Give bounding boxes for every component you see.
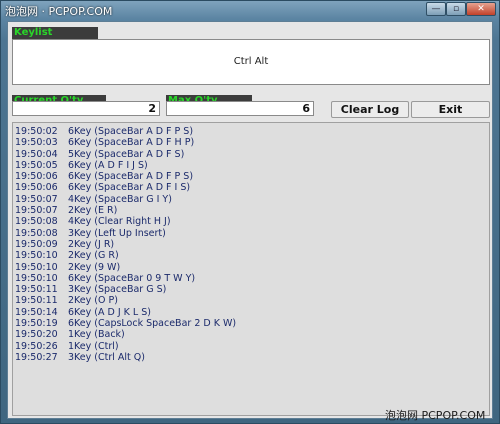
log-keys: 6Key (SpaceBar A D F P S) — [68, 126, 194, 137]
log-time: 19:50:07 — [15, 193, 58, 205]
clear-log-button[interactable]: Clear Log — [331, 101, 409, 118]
log-keys: 6Key (SpaceBar 0 9 T W Y) — [68, 272, 196, 284]
log-keys: 5Key (SpaceBar A D F S) — [68, 148, 185, 160]
log-row: 19:50:06 6Key (SpaceBar A D F I S) — [13, 182, 489, 193]
log-keys: 3Key (Left Up Insert) — [68, 227, 166, 239]
log-keys: 6Key (SpaceBar A D F P S) — [68, 171, 194, 183]
log-keys: 6Key (CapsLock SpaceBar 2 D K W) — [68, 318, 237, 330]
log-keys: 4Key (SpaceBar G I Y) — [68, 193, 172, 205]
log-time: 19:50:20 — [15, 329, 58, 341]
log-keys: 4Key (Clear Right H J) — [68, 216, 171, 228]
log-time: 19:50:09 — [15, 238, 58, 250]
log-keys: 2Key (E R) — [68, 205, 118, 217]
log-row: 19:50:27 3Key (Ctrl Alt Q) — [13, 352, 489, 363]
log-time: 19:50:10 — [15, 250, 58, 262]
log-time: 19:50:27 — [15, 351, 58, 363]
log-time: 19:50:07 — [15, 205, 58, 217]
log-row: 19:50:20 1Key (Back) — [13, 329, 489, 340]
log-time: 19:50:10 — [15, 272, 58, 284]
exit-button[interactable]: Exit — [411, 101, 490, 118]
log-time: 19:50:06 — [15, 182, 58, 194]
log-keys: 3Key (Ctrl Alt Q) — [68, 351, 145, 363]
log-time: 19:50:03 — [15, 137, 58, 149]
log-time: 19:50:19 — [15, 318, 58, 330]
log-row: 19:50:07 2Key (E R) — [13, 205, 489, 216]
max-qty-field: 6 — [166, 101, 314, 116]
log-row: 19:50:14 6Key (A D J K L S) — [13, 307, 489, 318]
log-time: 19:50:10 — [15, 261, 58, 273]
log-row: 19:50:08 3Key (Left Up Insert) — [13, 228, 489, 239]
log-row: 19:50:09 2Key (J R) — [13, 239, 489, 250]
log-time: 19:50:08 — [15, 216, 58, 228]
log-row: 19:50:11 3Key (SpaceBar G S) — [13, 284, 489, 295]
log-keys: 2Key (O P) — [68, 295, 118, 307]
log-time: 19:50:04 — [15, 148, 58, 160]
log-row: 19:50:10 6Key (SpaceBar 0 9 T W Y) — [13, 273, 489, 284]
log-time: 19:50:11 — [15, 295, 58, 307]
close-button[interactable]: ✕ — [466, 2, 496, 16]
log-row: 19:50:11 2Key (O P) — [13, 295, 489, 306]
log-keys: 6Key (SpaceBar A D F I S) — [68, 182, 191, 194]
log-keys: 2Key (G R) — [68, 250, 119, 262]
keylist-display: Ctrl Alt — [12, 39, 490, 85]
log-row: 19:50:26 1Key (Ctrl) — [13, 341, 489, 352]
log-row: 19:50:08 4Key (Clear Right H J) — [13, 216, 489, 227]
client-area: Keylist Ctrl Alt Current Q'ty 2 Max Q'ty… — [7, 21, 493, 419]
log-row: 19:50:02 6Key (SpaceBar A D F P S) — [13, 126, 489, 137]
watermark-bottom: 泡泡网 PCPOP.COM — [385, 409, 486, 422]
log-row: 19:50:10 2Key (9 W) — [13, 262, 489, 273]
log-keys: 3Key (SpaceBar G S) — [68, 284, 167, 296]
log-keys: 1Key (Back) — [68, 329, 125, 341]
log-row: 19:50:05 6Key (A D F I J S) — [13, 160, 489, 171]
log-row: 19:50:07 4Key (SpaceBar G I Y) — [13, 194, 489, 205]
key-log-list[interactable]: 19:50:02 6Key (SpaceBar A D F P S) 19:50:0… — [12, 122, 490, 416]
keylist-label: Keylist — [12, 27, 98, 39]
log-time: 19:50:11 — [15, 284, 58, 296]
log-row: 19:50:10 2Key (G R) — [13, 250, 489, 261]
log-time: 19:50:06 — [15, 171, 58, 183]
log-row: 19:50:04 5Key (SpaceBar A D F S) — [13, 149, 489, 160]
log-time: 19:50:14 — [15, 306, 58, 318]
log-keys: 2Key (9 W) — [68, 261, 121, 273]
minimize-button[interactable]: — — [426, 2, 446, 16]
log-keys: 1Key (Ctrl) — [68, 340, 119, 352]
watermark-top: 泡泡网 · PCPOP.COM — [5, 5, 113, 18]
log-keys: 6Key (A D J K L S) — [68, 306, 151, 318]
app-window: 泡泡网 · PCPOP.COM — ▫ ✕ Keylist Ctrl Alt C… — [0, 0, 500, 424]
log-time: 19:50:05 — [15, 159, 58, 171]
title-bar[interactable]: 泡泡网 · PCPOP.COM — ▫ ✕ — [1, 1, 499, 19]
log-row: 19:50:19 6Key (CapsLock SpaceBar 2 D K W) — [13, 318, 489, 329]
log-time: 19:50:02 — [15, 126, 58, 137]
log-time: 19:50:26 — [15, 340, 58, 352]
maximize-button[interactable]: ▫ — [446, 2, 466, 16]
log-row: 19:50:06 6Key (SpaceBar A D F P S) — [13, 171, 489, 182]
log-keys: 2Key (J R) — [68, 238, 115, 250]
log-time: 19:50:08 — [15, 227, 58, 239]
log-keys: 6Key (SpaceBar A D F H P) — [68, 137, 195, 149]
current-qty-field: 2 — [12, 101, 160, 116]
log-keys: 6Key (A D F I J S) — [68, 159, 148, 171]
log-row: 19:50:03 6Key (SpaceBar A D F H P) — [13, 137, 489, 148]
